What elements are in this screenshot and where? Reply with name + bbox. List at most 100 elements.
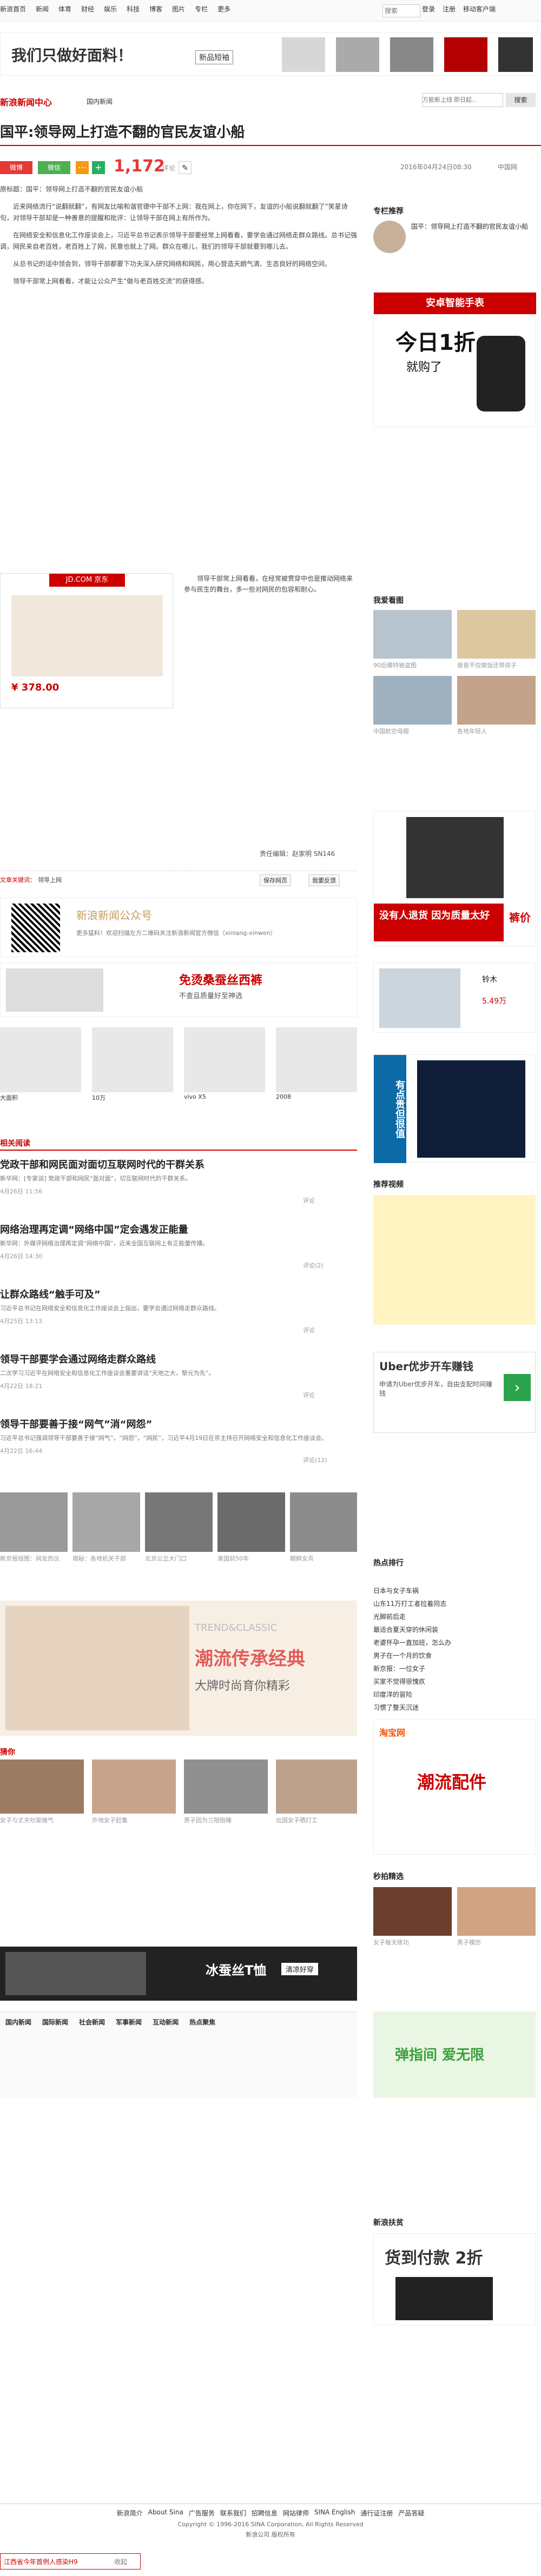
footer-link[interactable]: 新浪简介 <box>117 2508 143 2518</box>
footer-link[interactable]: 通行证注册 <box>360 2508 393 2518</box>
product-tile[interactable] <box>92 1027 173 1092</box>
pants-promo-banner[interactable]: 免烫桑蚕丝西裤 不查且质量好至神选 <box>0 962 357 1017</box>
picture-tile[interactable] <box>373 676 452 725</box>
related-item-comment[interactable]: 评论(12) <box>303 1456 327 1464</box>
watch-ad[interactable]: 安卓智能手表 今日1折 就购了 <box>373 292 536 427</box>
article-source[interactable]: 中国网 <box>498 162 517 171</box>
inline-jd-ad[interactable]: JD.COM 京东 ¥ 378.00 <box>0 573 173 708</box>
feedback-button[interactable]: 我要反馈 <box>308 874 340 886</box>
polo-side-ad[interactable]: 有点贵但很值 <box>373 1054 536 1163</box>
header-search-button[interactable]: 搜索 <box>506 93 536 107</box>
car-side-ad[interactable]: 铃木 5.49万 <box>373 962 536 1033</box>
product-tile[interactable] <box>276 1027 357 1092</box>
photo-tile[interactable] <box>0 1492 68 1552</box>
recommend-tile[interactable] <box>0 1760 84 1814</box>
top-search-input[interactable] <box>382 4 420 17</box>
bag-ad[interactable]: 货到付款 2折 <box>373 2233 536 2325</box>
related-item-title[interactable]: 领导干部要学会通过网络走群众路线 <box>0 1352 357 1366</box>
cartoon-ad[interactable]: 弹指间 爱无限 <box>373 2011 536 2098</box>
related-item-comment[interactable]: 评论 <box>303 1196 315 1205</box>
tag-link[interactable]: 领导上网 <box>38 875 62 884</box>
save-page-button[interactable]: 保存网页 <box>260 874 291 886</box>
footer-group[interactable]: 国内新闻 <box>5 2017 31 2027</box>
footer-link[interactable]: 产品答疑 <box>398 2508 424 2518</box>
video-cartoon-image[interactable] <box>373 1195 536 1325</box>
hot-item[interactable]: 印度洋的冒险 <box>373 1688 536 1701</box>
login-link[interactable]: 登录 <box>422 4 435 14</box>
related-item[interactable]: 让群众路线“触手可及” 习近平总书记在网络安全和信息化工作座谈会上指出，要学会通… <box>0 1287 357 1334</box>
related-item-title[interactable]: 让群众路线“触手可及” <box>0 1287 357 1301</box>
nav-link[interactable]: 新浪首页 <box>0 4 26 14</box>
comment-count[interactable]: 1,172 <box>114 157 165 176</box>
tshirt-ad[interactable]: 冰蚕丝T恤 清凉好穿 <box>0 1947 357 2001</box>
top-banner-ad[interactable]: 我们只做好面料！ 新品短袖 <box>0 32 541 76</box>
trend-ad[interactable]: TREND&CLASSIC 潮流传承经典 大牌时尚育你精彩 <box>0 1601 357 1736</box>
uber-ad[interactable]: Uber优步开车赚钱 申请为Uber优步开车，自由支配时间赚钱 › <box>373 1352 536 1433</box>
photo-tile[interactable] <box>145 1492 213 1552</box>
picture-tile[interactable] <box>457 610 536 659</box>
wechat-share-button[interactable]: 微信 <box>38 161 70 174</box>
header-search-input[interactable] <box>422 93 503 107</box>
hot-item[interactable]: 日本与女子车祸 <box>373 1584 536 1597</box>
footer-link[interactable]: 招聘信息 <box>252 2508 278 2518</box>
related-item[interactable]: 党政干部和网民面对面切互联网时代的干群关系 新华网：[专家谈] 党政干部和网民“… <box>0 1157 357 1204</box>
footer-group[interactable]: 互动新闻 <box>153 2017 179 2027</box>
site-logo[interactable]: 新浪新闻中心 <box>0 95 52 108</box>
miaopai-tile[interactable] <box>457 1887 536 1936</box>
hot-item[interactable]: 最适合夏天穿的休闲装 <box>373 1623 536 1636</box>
related-item-title[interactable]: 党政干部和网民面对面切互联网时代的干群关系 <box>0 1157 357 1171</box>
nav-link[interactable]: 图片 <box>172 4 185 14</box>
nav-link[interactable]: 财经 <box>81 4 94 14</box>
footer-group[interactable]: 军事新闻 <box>116 2017 142 2027</box>
bottom-bar-close[interactable]: 收起 <box>114 2557 127 2566</box>
hot-item[interactable]: 买家不觉得很愧疚 <box>373 1675 536 1688</box>
nav-link[interactable]: 博客 <box>149 4 162 14</box>
register-link[interactable]: 注册 <box>443 4 456 14</box>
recommend-tile[interactable] <box>276 1760 357 1814</box>
photo-tile[interactable] <box>217 1492 285 1552</box>
related-item-comment[interactable]: 评论 <box>303 1391 315 1399</box>
related-item[interactable]: 网络治理再定调“网络中国”定会遇发正能量 新华网：外媒评网络治理再定调“网络中国… <box>0 1222 357 1269</box>
related-item-comment[interactable]: 评论 <box>303 1326 315 1335</box>
photo-tile[interactable] <box>290 1492 357 1552</box>
hot-item[interactable]: 新京报：一位女子 <box>373 1662 536 1675</box>
photo-tile[interactable] <box>72 1492 140 1552</box>
author-avatar[interactable] <box>373 221 406 253</box>
recommend-tile[interactable] <box>92 1760 176 1814</box>
hot-item[interactable]: 习惯了整天沉迷 <box>373 1701 536 1714</box>
hot-item[interactable]: 老婆怀孕一直加班，怎么办 <box>373 1636 536 1649</box>
uber-arrow-icon[interactable]: › <box>504 1374 531 1401</box>
recommend-tile[interactable] <box>184 1760 268 1814</box>
pants-side-ad[interactable]: 没有人退货 因为质量太好 裤价 <box>373 811 536 946</box>
product-tile[interactable] <box>0 1027 81 1092</box>
add-icon[interactable]: + <box>92 161 105 174</box>
taobao-ad[interactable]: 淘宝网 潮流配件 <box>373 1719 536 1855</box>
edit-icon[interactable]: ✎ <box>179 161 192 174</box>
nav-link[interactable]: 更多 <box>217 4 230 14</box>
related-item-comment[interactable]: 评论(2) <box>303 1261 324 1270</box>
related-item-title[interactable]: 网络治理再定调“网络中国”定会遇发正能量 <box>0 1222 357 1236</box>
footer-link[interactable]: SINA English <box>314 2508 355 2518</box>
mobile-client-link[interactable]: 移动客户端 <box>463 4 496 14</box>
footer-link[interactable]: 广告服务 <box>189 2508 215 2518</box>
footer-link[interactable]: 联系我们 <box>220 2508 246 2518</box>
hot-item[interactable]: 男子在一个月的饮食 <box>373 1649 536 1662</box>
nav-link[interactable]: 科技 <box>127 4 140 14</box>
more-share-icon[interactable]: ⋯ <box>76 161 89 174</box>
sidebar-item[interactable]: 国平：领导网上打造不翻的官民友谊小船 <box>411 222 536 231</box>
miaopai-tile[interactable] <box>373 1887 452 1936</box>
bottom-bar[interactable]: 江西省今年首例人感染H9 收起 <box>0 2553 141 2570</box>
footer-link[interactable]: 网站律师 <box>283 2508 309 2518</box>
picture-tile[interactable] <box>457 676 536 725</box>
nav-link[interactable]: 新闻 <box>36 4 49 14</box>
hot-item[interactable]: 山东11万打工者拉着同志 <box>373 1597 536 1610</box>
hot-item[interactable]: 光脚前后走 <box>373 1610 536 1623</box>
related-item[interactable]: 领导干部要善于接“网气”消“网怨” 习近平总书记强调领导干部要善于接“网气”，“… <box>0 1417 357 1464</box>
picture-tile[interactable] <box>373 610 452 659</box>
breadcrumb[interactable]: 国内新闻 <box>87 97 113 106</box>
nav-link[interactable]: 体育 <box>58 4 71 14</box>
footer-link[interactable]: About Sina <box>148 2508 183 2518</box>
footer-group[interactable]: 国际新闻 <box>42 2017 68 2027</box>
product-tile[interactable] <box>184 1027 265 1092</box>
nav-link[interactable]: 娱乐 <box>104 4 117 14</box>
